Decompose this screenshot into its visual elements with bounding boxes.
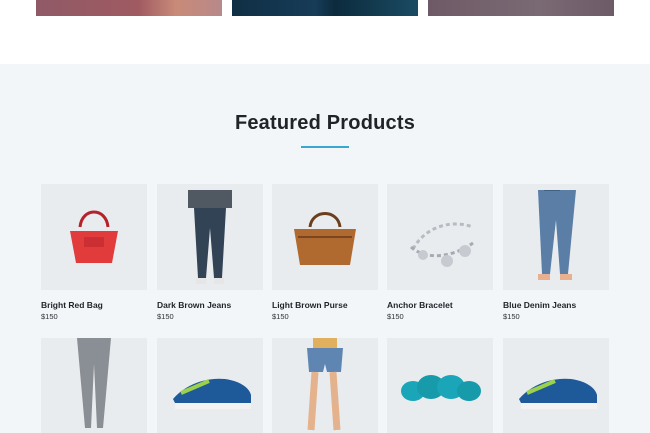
product-image[interactable] <box>503 338 609 433</box>
product-image[interactable] <box>272 184 378 290</box>
section-title: Featured Products <box>234 112 416 134</box>
banner-strip <box>0 0 650 64</box>
product-price: $150 <box>387 312 404 321</box>
blue-jeans-icon <box>538 189 576 280</box>
red-bag-icon <box>70 210 118 263</box>
product-image[interactable] <box>387 338 493 433</box>
brown-purse-icon <box>294 212 356 265</box>
denim-shorts-icon <box>307 338 343 431</box>
product-image[interactable] <box>503 184 609 290</box>
bracelet-icon <box>410 222 474 267</box>
product-name[interactable]: Anchor Bracelet <box>387 300 453 310</box>
product-image[interactable] <box>157 338 263 433</box>
product-card[interactable] <box>387 338 493 433</box>
product-card[interactable]: Light Brown Purse $150 <box>272 184 378 321</box>
promo-banner-3[interactable] <box>428 0 614 16</box>
product-card[interactable] <box>157 338 263 433</box>
product-image[interactable] <box>387 184 493 290</box>
product-price: $150 <box>503 312 520 321</box>
product-card[interactable]: Anchor Bracelet $150 <box>387 184 493 321</box>
product-card[interactable] <box>41 338 147 433</box>
product-name[interactable]: Light Brown Purse <box>272 300 348 310</box>
sneakers-icon <box>518 378 597 409</box>
product-card[interactable]: Bright Red Bag $150 <box>41 184 147 321</box>
product-name[interactable]: Dark Brown Jeans <box>157 300 231 310</box>
product-price: $150 <box>272 312 289 321</box>
promo-banner-2[interactable] <box>232 0 418 16</box>
product-price: $150 <box>157 312 174 321</box>
sneakers-icon <box>172 378 251 409</box>
turquoise-bracelet-icon <box>400 374 481 401</box>
product-image[interactable] <box>41 184 147 290</box>
promo-banner-1[interactable] <box>36 0 222 16</box>
gray-jeans-icon <box>77 338 111 428</box>
product-card[interactable]: Dark Brown Jeans $150 <box>157 184 263 321</box>
product-image[interactable] <box>41 338 147 433</box>
product-image[interactable] <box>272 338 378 433</box>
dark-jeans-icon <box>188 189 232 284</box>
product-card[interactable] <box>503 338 609 433</box>
title-underline <box>301 146 349 148</box>
product-card[interactable] <box>272 338 378 433</box>
product-price: $150 <box>41 312 58 321</box>
product-name[interactable]: Bright Red Bag <box>41 300 103 310</box>
product-image[interactable] <box>157 184 263 290</box>
product-name[interactable]: Blue Denim Jeans <box>503 300 576 310</box>
featured-products-section: Featured Products Bright Red Bag $150 Da… <box>0 64 650 433</box>
product-card[interactable]: Blue Denim Jeans $150 <box>503 184 609 321</box>
